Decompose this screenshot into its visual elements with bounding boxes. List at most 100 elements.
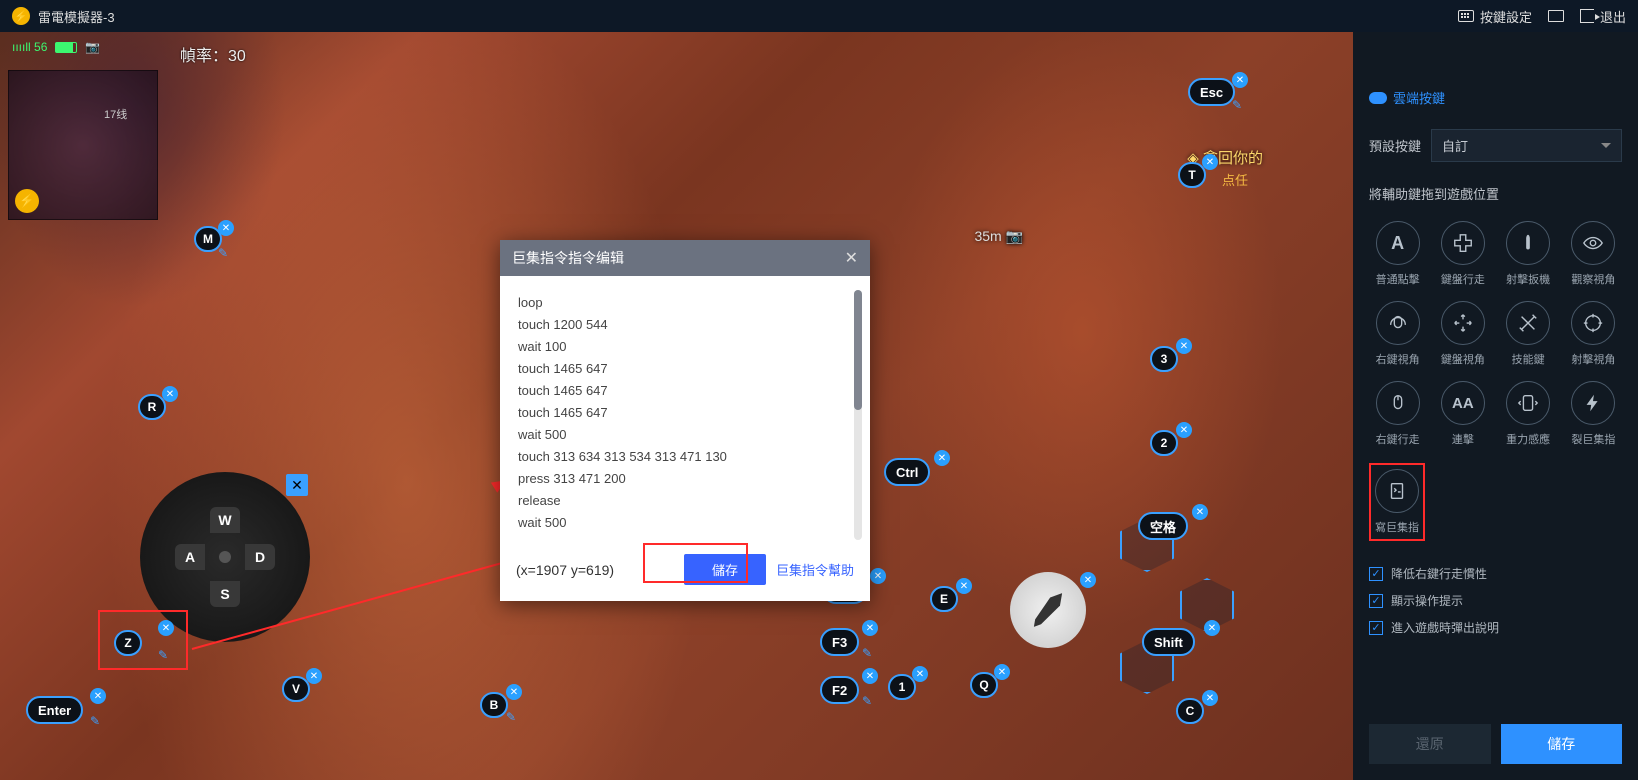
- dpad-down[interactable]: S: [210, 581, 240, 607]
- macro-z-icon[interactable]: ✎: [158, 648, 172, 662]
- key-shift[interactable]: Shift: [1142, 628, 1195, 656]
- arrows-out-icon: [1452, 312, 1474, 334]
- key-ctrl[interactable]: Ctrl: [884, 458, 930, 486]
- dpad-up[interactable]: W: [210, 507, 240, 533]
- close-enter[interactable]: ✕: [90, 688, 106, 704]
- tool-write-macro[interactable]: 寫巨集指: [1375, 469, 1419, 535]
- eye-icon: [1582, 232, 1604, 254]
- key-2[interactable]: 2: [1150, 430, 1178, 456]
- folder-icon: [1548, 10, 1564, 22]
- game-viewport[interactable]: ııııll 56 📷 17线 ⚡ 幀率：30 ◈ 拿回你的 点任 35m 📷 …: [0, 32, 1353, 780]
- dpad-control[interactable]: ✕ W S A D: [140, 472, 310, 642]
- dialog-titlebar[interactable]: 巨集指令指令编辑 ✕: [500, 240, 870, 276]
- combo-icon: AA: [1452, 395, 1474, 412]
- tool-combo[interactable]: AA連擊: [1434, 381, 1491, 447]
- dpad-right[interactable]: D: [245, 544, 275, 570]
- preset-label: 預設按鍵: [1369, 136, 1421, 155]
- key-f3[interactable]: F3: [820, 628, 859, 656]
- restore-button[interactable]: 還原: [1369, 724, 1491, 764]
- key-r[interactable]: R: [138, 394, 166, 420]
- titlebar: ⚡ 雷電模擬器-3 按鍵設定 退出: [0, 0, 1638, 32]
- dialog-close-button[interactable]: ✕: [845, 248, 858, 268]
- tool-skill-key[interactable]: 技能鍵: [1500, 301, 1557, 367]
- checkbox-icon: ✓: [1369, 567, 1383, 581]
- close-space[interactable]: ✕: [1192, 504, 1208, 520]
- close-b[interactable]: ✕: [506, 684, 522, 700]
- sidebar-save-button[interactable]: 儲存: [1501, 724, 1623, 764]
- close-c[interactable]: ✕: [1202, 690, 1218, 706]
- close-v[interactable]: ✕: [306, 668, 322, 684]
- close-q[interactable]: ✕: [994, 664, 1010, 680]
- tool-rightclick-walk[interactable]: 右鍵行走: [1369, 381, 1426, 447]
- tool-rightclick-view[interactable]: 右鍵視角: [1369, 301, 1426, 367]
- checkbox-show-hints[interactable]: ✓ 顯示操作提示: [1369, 592, 1622, 609]
- distance-text: 35m 📷: [974, 228, 1023, 245]
- key-t[interactable]: T: [1178, 162, 1206, 188]
- key-3[interactable]: 3: [1150, 346, 1178, 372]
- checkbox-reduce-inertia[interactable]: ✓ 降低右鍵行走慣性: [1369, 565, 1622, 582]
- mouse-icon: [1387, 392, 1409, 414]
- macro-f3-icon[interactable]: ✎: [862, 646, 876, 660]
- macro-enter-icon[interactable]: ✎: [90, 714, 104, 728]
- close-2[interactable]: ✕: [1176, 422, 1192, 438]
- close-shift[interactable]: ✕: [1204, 620, 1220, 636]
- close-m[interactable]: ✕: [218, 220, 234, 236]
- macro-esc-icon[interactable]: ✎: [1232, 98, 1246, 112]
- crosshair-icon: [1582, 312, 1604, 334]
- dialog-scrollbar[interactable]: [854, 290, 862, 540]
- fps-counter: 幀率：30: [180, 42, 246, 66]
- close-1[interactable]: ✕: [912, 666, 928, 682]
- tool-normal-click[interactable]: A普通點擊: [1369, 221, 1426, 287]
- key-c[interactable]: C: [1176, 698, 1204, 724]
- app-logo-icon: ⚡: [12, 7, 30, 25]
- key-settings-button[interactable]: 按鍵設定: [1458, 7, 1532, 26]
- dpad-left[interactable]: A: [175, 544, 205, 570]
- cursor-coordinates: (x=1907 y=619): [516, 562, 674, 578]
- key-e[interactable]: E: [930, 586, 958, 612]
- key-v[interactable]: V: [282, 676, 310, 702]
- close-esc[interactable]: ✕: [1232, 72, 1248, 88]
- dialog-save-button[interactable]: 儲存: [684, 554, 766, 585]
- macro-b-icon[interactable]: ✎: [506, 710, 520, 724]
- close-3[interactable]: ✕: [1176, 338, 1192, 354]
- open-folder-button[interactable]: [1548, 10, 1564, 22]
- exit-button[interactable]: 退出: [1580, 7, 1626, 26]
- close-ctrl[interactable]: ✕: [934, 450, 950, 466]
- key-b[interactable]: B: [480, 692, 508, 718]
- cloud-keymap-link[interactable]: 雲端按鍵: [1369, 88, 1622, 107]
- macro-help-link[interactable]: 巨集指令幫助: [776, 560, 854, 579]
- preset-select[interactable]: 自訂: [1431, 129, 1622, 162]
- key-enter[interactable]: Enter: [26, 696, 83, 724]
- close-f2[interactable]: ✕: [862, 668, 878, 684]
- tool-keyboard-walk[interactable]: 鍵盤行走: [1434, 221, 1491, 287]
- tool-observe-view[interactable]: 觀察視角: [1565, 221, 1622, 287]
- key-q[interactable]: Q: [970, 672, 998, 698]
- close-t[interactable]: ✕: [1202, 154, 1218, 170]
- key-esc[interactable]: Esc: [1188, 78, 1235, 106]
- tool-fire-view[interactable]: 射擊視角: [1565, 301, 1622, 367]
- key-space[interactable]: 空格: [1138, 512, 1188, 540]
- macro-f2-icon[interactable]: ✎: [862, 694, 876, 708]
- close-dpad[interactable]: ✕: [286, 474, 308, 496]
- close-f3[interactable]: ✕: [862, 620, 878, 636]
- route-label: 17线: [104, 106, 127, 122]
- tool-gravity[interactable]: 重力感應: [1500, 381, 1557, 447]
- tool-macro-split[interactable]: 裂巨集指: [1565, 381, 1622, 447]
- tool-keyboard-view[interactable]: 鍵盤視角: [1434, 301, 1491, 367]
- key-z[interactable]: Z: [114, 630, 142, 656]
- key-f2[interactable]: F2: [820, 676, 859, 704]
- checkbox-popup-on-enter[interactable]: ✓ 進入遊戲時彈出說明: [1369, 619, 1622, 636]
- key-1[interactable]: 1: [888, 674, 916, 700]
- macro-m-icon[interactable]: ✎: [218, 246, 232, 260]
- close-tab[interactable]: ✕: [870, 568, 886, 584]
- close-attack-key[interactable]: ✕: [1080, 572, 1096, 588]
- tool-fire-trigger[interactable]: 射擊扳機: [1500, 221, 1557, 287]
- script-icon: [1386, 480, 1408, 502]
- bullet-icon: [1517, 232, 1539, 254]
- attack-button[interactable]: [1010, 572, 1086, 648]
- macro-script-textarea[interactable]: loop touch 1200 544 wait 100 touch 1465 …: [518, 292, 852, 534]
- drag-hint: 將輔助鍵拖到遊戲位置: [1369, 184, 1622, 203]
- close-z[interactable]: ✕: [158, 620, 174, 636]
- close-e[interactable]: ✕: [956, 578, 972, 594]
- close-r[interactable]: ✕: [162, 386, 178, 402]
